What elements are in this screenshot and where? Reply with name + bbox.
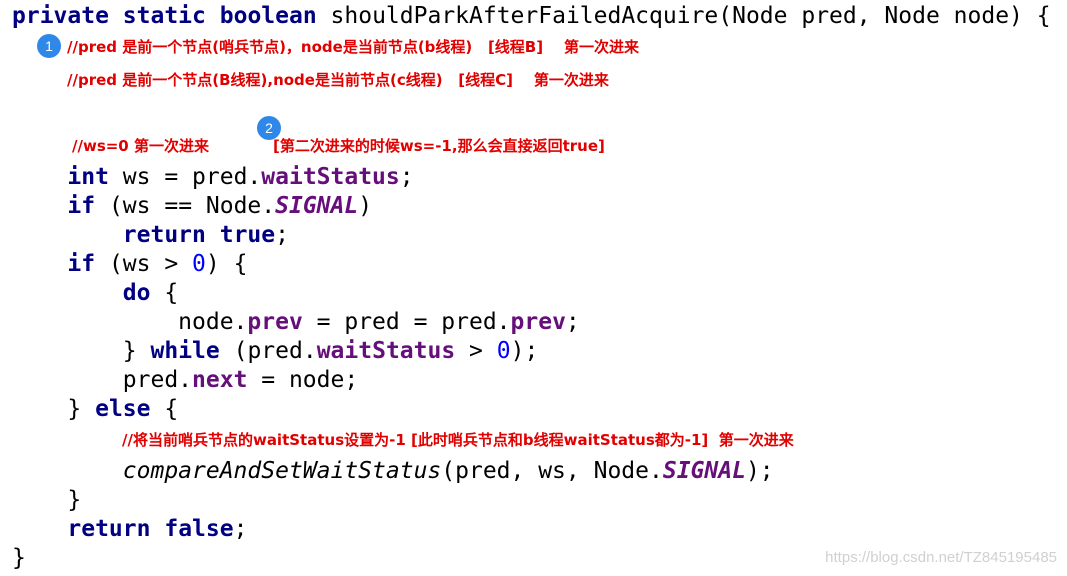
code-text: pred. [122, 367, 193, 393]
keyword-do: do [122, 280, 151, 306]
code-text: ; [399, 164, 414, 190]
code-text: } [12, 545, 26, 571]
keyword-true: true [219, 222, 276, 248]
watermark-text: https://blog.csdn.net/TZ845195485 [825, 549, 1057, 566]
code-text: (pred. [233, 338, 317, 364]
code-line-else: } else { [12, 395, 178, 424]
code-text: ; [565, 309, 580, 335]
field-waitstatus: waitStatus [261, 164, 400, 190]
number-zero: 0 [496, 338, 511, 364]
code-line-close-brace: } [12, 486, 81, 515]
code-text: } [67, 487, 82, 513]
code-text: ; [233, 516, 248, 542]
field-waitstatus: waitStatus [316, 338, 456, 364]
code-line-signature: private static boolean shouldParkAfterFa… [12, 2, 1051, 31]
code-line-method-close: } [12, 544, 26, 573]
field-prev: prev [510, 309, 566, 335]
constant-signal: SIGNAL [275, 193, 359, 219]
keyword-return: return [67, 516, 151, 542]
keyword-private: private [12, 3, 109, 29]
comment-ws-first-time: //ws=0 第一次进来 [72, 137, 209, 155]
code-text: ; [275, 222, 289, 248]
code-text: ); [745, 458, 774, 484]
code-line-if-signal: if (ws == Node.SIGNAL) [12, 192, 372, 221]
code-text: = node; [247, 367, 359, 393]
field-next: next [192, 367, 248, 393]
code-text: = pred = pred. [302, 309, 511, 335]
code-text: ) { [205, 251, 248, 277]
code-text: (ws > [108, 251, 193, 277]
keyword-else: else [95, 396, 151, 422]
code-text: > [455, 338, 497, 364]
code-line-cas: compareAndSetWaitStatus(pred, ws, Node.S… [12, 457, 774, 486]
code-text: } [67, 396, 82, 422]
keyword-return: return [122, 222, 206, 248]
number-zero: 0 [192, 251, 206, 277]
keyword-if: if [67, 193, 96, 219]
keyword-while: while [150, 338, 220, 364]
field-prev: prev [247, 309, 303, 335]
code-line-while: } while (pred.waitStatus > 0); [12, 337, 539, 366]
code-text: node. [178, 309, 248, 335]
method-compareandsetwaitstatus: compareAndSetWaitStatus [122, 458, 442, 484]
keyword-int: int [67, 164, 109, 190]
code-text: { [164, 280, 179, 306]
code-text: (pred, ws, Node. [441, 458, 663, 484]
code-line-ws-assign: int ws = pred.waitStatus; [12, 163, 414, 192]
keyword-static: static [122, 3, 206, 29]
code-text: ); [510, 338, 539, 364]
code-line-prev-assign: node.prev = pred = pred.prev; [12, 308, 580, 337]
code-text: } [122, 338, 137, 364]
keyword-boolean: boolean [219, 3, 317, 29]
comment-pred-sentinel: //pred 是前一个节点(哨兵节点)，node是当前节点(b线程) [线程B]… [67, 38, 639, 56]
code-text: (ws == Node. [108, 193, 276, 219]
method-signature: shouldParkAfterFailedAcquire(Node pred, … [330, 3, 1051, 29]
comment-pred-thread-b: //pred 是前一个节点(B线程),node是当前节点(c线程) [线程C] … [67, 71, 609, 89]
code-line-do: do { [12, 279, 178, 308]
code-line-return-true: return true; [12, 221, 289, 250]
code-text: ws = pred. [122, 164, 262, 190]
code-line-next-assign: pred.next = node; [12, 366, 358, 395]
keyword-false: false [164, 516, 234, 542]
comment-second-time: [第二次进来的时候ws=-1,那么会直接返回true] [273, 137, 605, 155]
annotation-badge-1: 1 [37, 34, 61, 58]
code-line-if-ws-positive: if (ws > 0) { [12, 250, 247, 279]
code-text: ) [358, 193, 373, 219]
code-line-return-false: return false; [12, 515, 247, 544]
code-text: { [164, 396, 179, 422]
comment-set-waitstatus: //将当前哨兵节点的waitStatus设置为-1 [此时哨兵节点和b线程wai… [122, 431, 794, 449]
constant-signal: SIGNAL [662, 458, 746, 484]
keyword-if: if [67, 251, 96, 277]
